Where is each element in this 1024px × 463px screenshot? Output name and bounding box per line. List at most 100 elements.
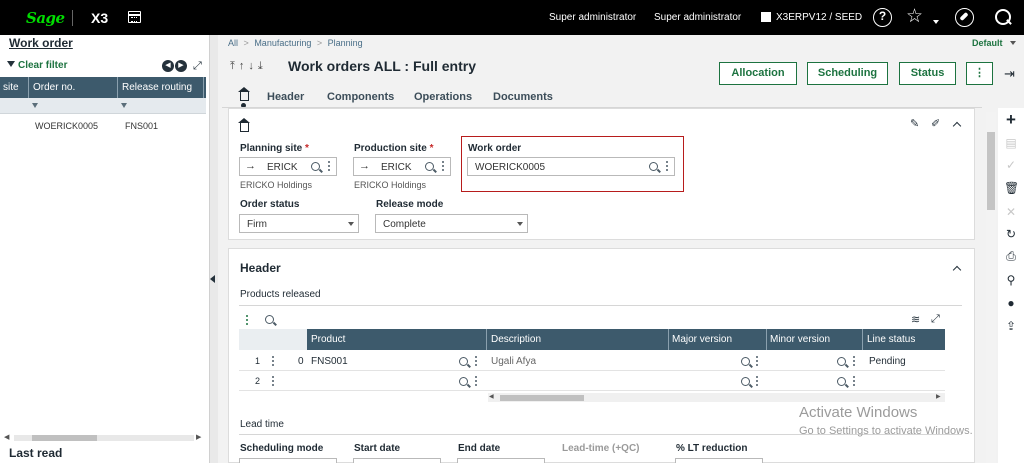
panel-collapse-handle[interactable] [210, 35, 218, 463]
order-status-select[interactable]: Firm [239, 214, 359, 233]
pin-icon[interactable]: ✎ [910, 117, 919, 130]
breadcrumb-planning[interactable]: Planning [328, 38, 363, 48]
more-options-icon[interactable] [853, 356, 856, 368]
more-options-icon[interactable] [756, 376, 759, 388]
save-icon[interactable]: ▤ [1004, 136, 1018, 150]
more-options-icon[interactable] [442, 161, 445, 173]
planning-site-field[interactable]: → ERICK [239, 157, 337, 176]
tab-documents[interactable]: Documents [493, 91, 553, 103]
refresh-icon[interactable]: ↻ [1004, 227, 1018, 241]
table-row[interactable]: 2 [239, 372, 945, 391]
lt-reduction-field[interactable] [675, 458, 763, 463]
search-icon[interactable] [837, 357, 846, 366]
column-header-minor-version[interactable]: Minor version [770, 334, 830, 345]
column-header-major-version[interactable]: Major version [672, 334, 732, 345]
last-read-label[interactable]: Last read [9, 446, 62, 460]
sage-logo[interactable]: Sage [26, 9, 65, 27]
column-header-product[interactable]: Product [311, 334, 345, 345]
status-button[interactable]: Status [899, 62, 956, 85]
column-header-release-routing[interactable]: Release routing [122, 82, 192, 93]
search-icon[interactable] [649, 162, 658, 171]
end-date-field[interactable] [457, 458, 545, 463]
list-item-release-routing[interactable]: FNS001 [125, 121, 158, 131]
home-icon[interactable] [238, 118, 250, 132]
clear-filter-link[interactable]: Clear filter [18, 60, 67, 71]
tab-operations[interactable]: Operations [414, 91, 472, 103]
next-icon[interactable]: ▶ [175, 60, 187, 72]
scroll-right-icon[interactable]: ▶ [936, 393, 941, 400]
new-record-icon[interactable]: + [1004, 111, 1018, 128]
more-actions-button[interactable]: ⋮ [966, 62, 993, 85]
check-icon[interactable]: ✓ [1004, 158, 1018, 172]
delete-icon[interactable]: 🗑 [1004, 181, 1019, 195]
chevron-down-icon[interactable] [1010, 41, 1016, 45]
main-vertical-scrollbar[interactable] [986, 112, 996, 463]
row-menu-icon[interactable] [272, 376, 275, 388]
chevron-down-icon[interactable] [348, 222, 354, 226]
chevron-down-icon[interactable] [517, 222, 523, 226]
left-panel-title[interactable]: Work order [9, 36, 73, 50]
record-navigation-arrows[interactable]: ⤒↑↓⤓ [230, 60, 267, 73]
user-name[interactable]: Super administrator [654, 12, 741, 23]
row-menu-icon[interactable] [272, 356, 275, 368]
search-icon[interactable] [311, 162, 320, 171]
edit-icon[interactable]: ✐ [931, 117, 940, 130]
scroll-right-icon[interactable]: ▶ [196, 433, 201, 441]
start-date-field[interactable] [353, 458, 441, 463]
arrow-right-icon[interactable]: → [245, 160, 256, 172]
home-icon[interactable] [238, 87, 250, 101]
left-horizontal-scrollbar[interactable]: ◀ ▶ [4, 433, 204, 443]
more-options-icon[interactable] [475, 376, 478, 388]
attachment-icon[interactable]: ⚲ [1004, 273, 1018, 287]
allocation-button[interactable]: Allocation [719, 62, 797, 85]
scheduling-mode-field[interactable] [239, 458, 337, 463]
search-icon[interactable] [837, 377, 846, 386]
scroll-left-icon[interactable]: ◀ [489, 393, 494, 400]
search-icon[interactable] [265, 315, 274, 324]
star-icon[interactable]: ☆ [905, 7, 924, 27]
arrow-right-icon[interactable]: → [359, 160, 370, 172]
column-header-site[interactable]: site [3, 82, 19, 93]
list-item-order-no[interactable]: WOERICK0005 [35, 121, 98, 131]
chevron-down-icon[interactable] [933, 20, 939, 24]
more-options-icon[interactable] [475, 356, 478, 368]
search-icon[interactable] [741, 377, 750, 386]
more-options-icon[interactable] [246, 315, 249, 327]
previous-icon[interactable]: ◀ [162, 60, 174, 72]
column-header-description[interactable]: Description [491, 334, 541, 345]
column-header-line-status[interactable]: Line status [867, 334, 915, 345]
compass-icon[interactable] [955, 8, 974, 27]
search-icon[interactable] [459, 357, 468, 366]
search-icon[interactable] [425, 162, 434, 171]
work-order-field[interactable]: WOERICK0005 [467, 157, 675, 176]
expand-icon[interactable]: ⤢ [193, 60, 202, 73]
folder-name[interactable]: X3ERPV12 / SEED [776, 12, 862, 23]
tab-header[interactable]: Header [267, 91, 304, 103]
more-options-icon[interactable] [666, 161, 669, 173]
production-site-field[interactable]: → ERICK [353, 157, 451, 176]
tab-components[interactable]: Components [327, 91, 394, 103]
filter-icon[interactable] [32, 103, 38, 108]
more-options-icon[interactable] [328, 161, 331, 173]
product-cell[interactable]: FNS001 [311, 356, 348, 367]
collapse-left-icon[interactable] [210, 275, 215, 283]
layers-icon[interactable]: ≋ [911, 313, 920, 326]
column-header-order-no[interactable]: Order no. [33, 82, 75, 93]
expand-icon[interactable]: ⤢ [931, 313, 940, 326]
more-options-icon[interactable] [853, 376, 856, 388]
table-row[interactable]: 1 0 FNS001 Ugali Afya Pending [239, 352, 945, 371]
search-icon[interactable] [741, 357, 750, 366]
help-icon[interactable]: ? [873, 8, 892, 27]
breadcrumb-all[interactable]: All [228, 38, 238, 48]
scheduling-button[interactable]: Scheduling [807, 62, 888, 85]
user-role[interactable]: Super administrator [549, 12, 636, 23]
filter-icon[interactable] [7, 61, 15, 67]
view-selector[interactable]: Default [972, 38, 1003, 48]
exit-icon[interactable]: ⇥ [1004, 66, 1015, 82]
comment-icon[interactable]: ● [1004, 296, 1018, 310]
more-options-icon[interactable] [756, 356, 759, 368]
release-mode-select[interactable]: Complete [375, 214, 528, 233]
filter-icon[interactable] [121, 103, 127, 108]
breadcrumb-manufacturing[interactable]: Manufacturing [254, 38, 311, 48]
share-icon[interactable]: ⇪ [1004, 319, 1018, 333]
